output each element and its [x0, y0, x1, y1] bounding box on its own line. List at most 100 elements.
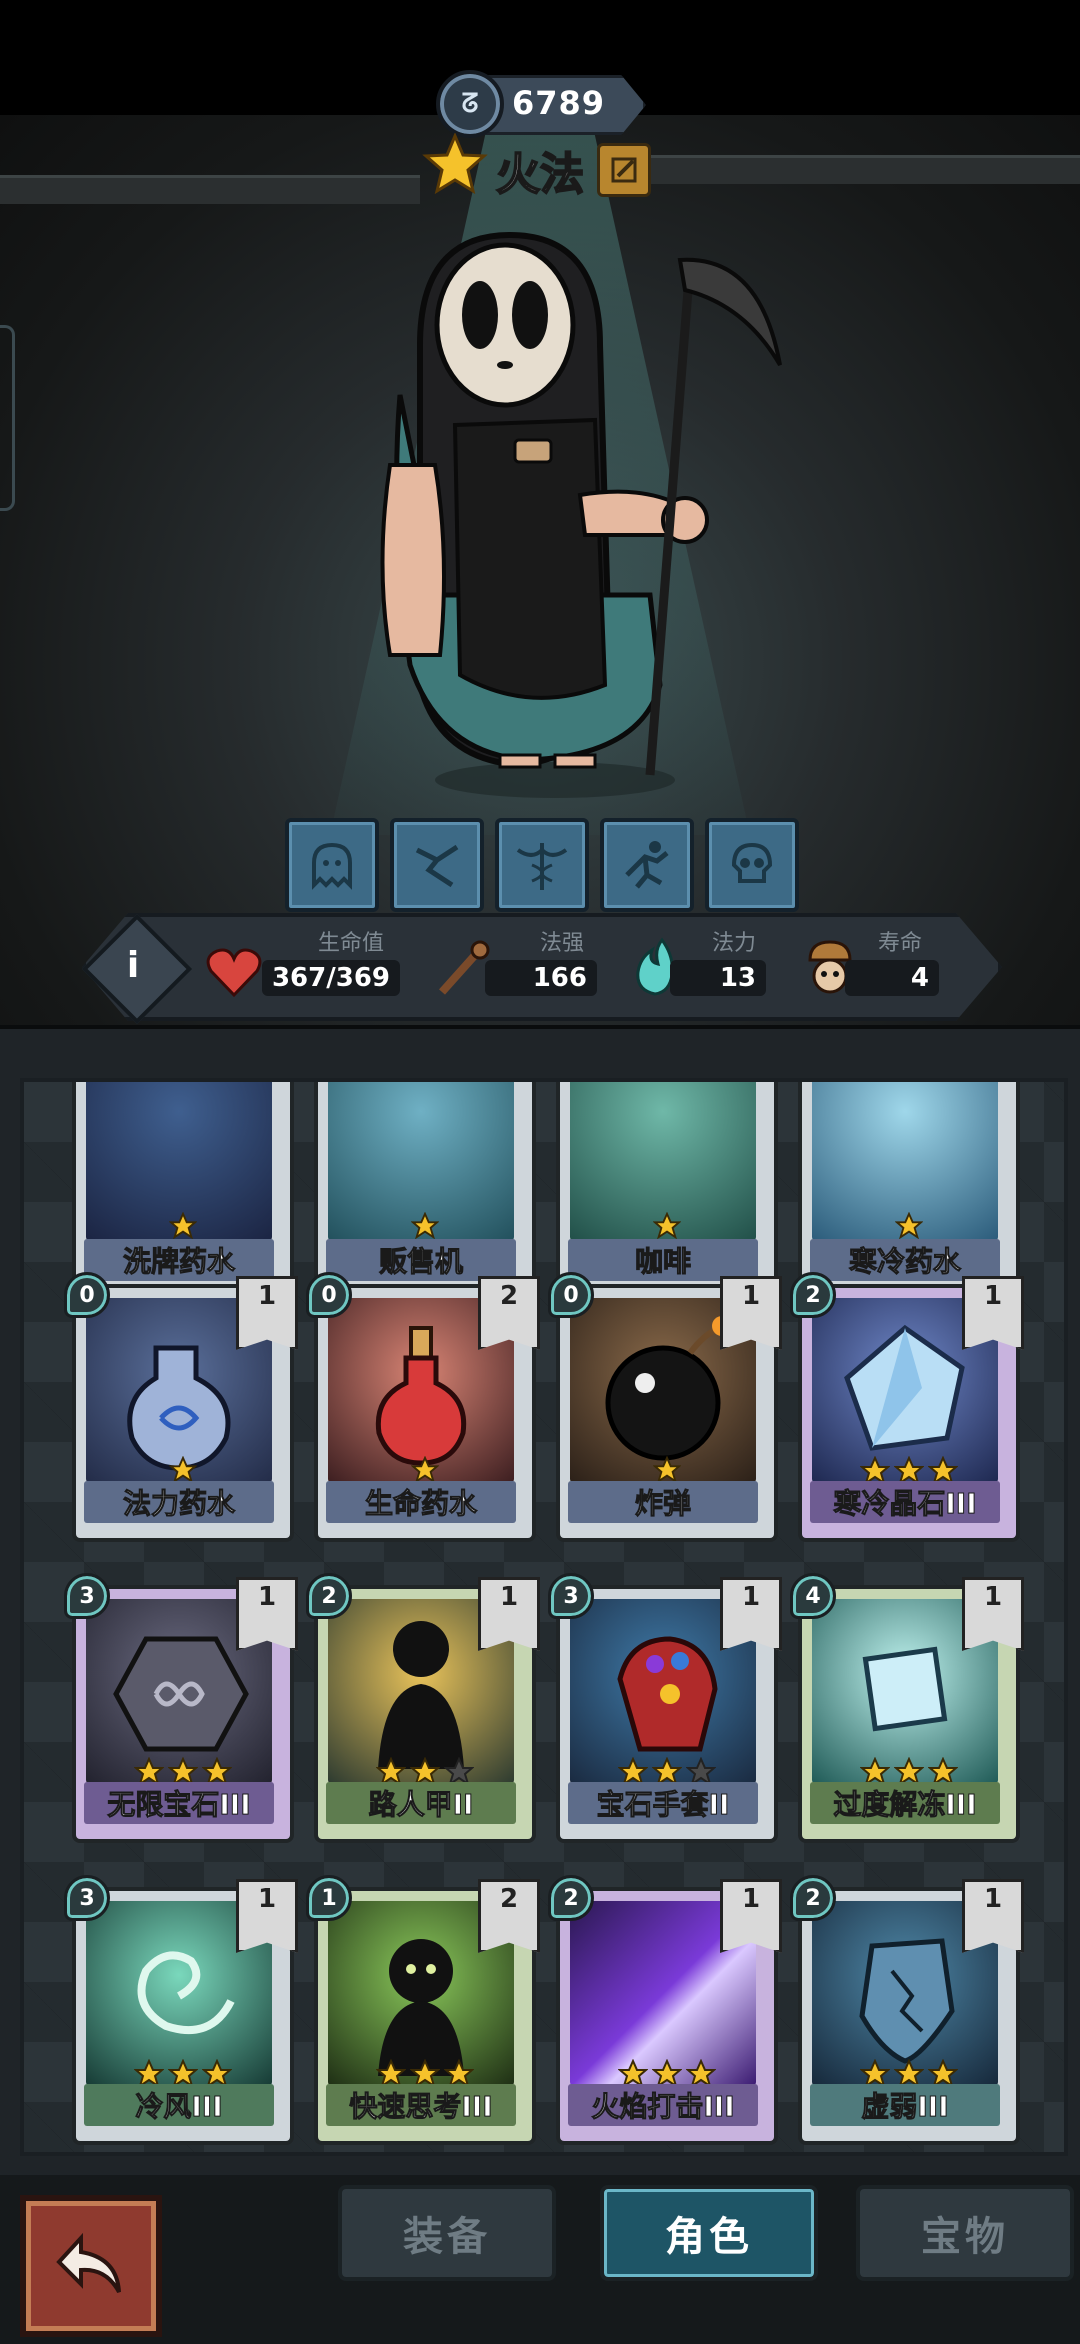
- card-label-bar: 寒冷药水: [810, 1239, 1000, 1281]
- character-name: 火法: [495, 148, 585, 201]
- card-label-bar: 咖啡: [568, 1239, 758, 1281]
- level-badge: 1: [962, 1276, 1024, 1350]
- card-label-bar: 宝石手套II: [568, 1782, 758, 1824]
- hp-label: 生命值: [318, 931, 385, 956]
- star-icon: [653, 1212, 681, 1240]
- card-health-potion[interactable]: 生命药水 0 2: [306, 1272, 540, 1542]
- card-label-bar: 生命药水: [326, 1481, 516, 1523]
- pipe-left: [0, 175, 420, 204]
- mana-cost-badge: 2: [790, 1875, 836, 1921]
- card-stars: [76, 1212, 290, 1240]
- skill-skull[interactable]: [705, 818, 799, 912]
- tab-character[interactable]: 角色: [600, 2185, 818, 2281]
- level-badge: 1: [720, 1276, 782, 1350]
- card-cold-potion[interactable]: 寒冷药水: [798, 1082, 1020, 1300]
- mana-cost-badge: 3: [548, 1573, 594, 1619]
- card-label-bar: 炸弹: [568, 1481, 758, 1523]
- caduceus-skill-icon: [516, 843, 568, 890]
- card-label-bar: 冷风III: [84, 2084, 274, 2126]
- card-cold-crystal[interactable]: 寒冷晶石III 2 1: [790, 1272, 1024, 1542]
- card-name: 无限宝石III: [107, 1788, 251, 1822]
- ghost-skill-icon: [312, 842, 352, 890]
- pencil-icon: [611, 157, 637, 183]
- skill-caduceus[interactable]: [495, 818, 589, 912]
- card-name: 法力药水: [122, 1487, 235, 1521]
- level-badge: 1: [478, 1577, 540, 1651]
- card-name: 寒冷药水: [848, 1245, 961, 1279]
- star-icon: [411, 1212, 439, 1240]
- level-badge: 1: [720, 1577, 782, 1651]
- mana-cost-badge: 3: [64, 1875, 110, 1921]
- card-overthaw[interactable]: 过度解冻III 4 1: [790, 1573, 1024, 1843]
- level-badge: 1: [720, 1879, 782, 1953]
- card-shuffle-potion[interactable]: 洗牌药水: [72, 1082, 294, 1300]
- mana-label: 法力: [712, 931, 757, 956]
- back-arrow-icon: [56, 2232, 121, 2293]
- currency-value: 6789: [512, 84, 606, 122]
- card-quick-thinking[interactable]: 快速思考III 1 2: [306, 1875, 540, 2145]
- card-mana-potion[interactable]: 法力药水 0 1: [64, 1272, 298, 1542]
- card-name: 冷风III: [135, 2090, 223, 2124]
- card-passerby[interactable]: 路人甲II 2 1: [306, 1573, 540, 1843]
- side-tab[interactable]: [0, 325, 15, 511]
- skull-skill-icon: [731, 842, 773, 883]
- info-icon: i: [126, 944, 140, 986]
- card-name: 火焰打击III: [591, 2090, 735, 2124]
- tab-equipment[interactable]: 装备: [338, 2185, 556, 2281]
- power-value: 166: [485, 960, 597, 996]
- level-badge: 2: [478, 1879, 540, 1953]
- card-label-bar: 无限宝石III: [84, 1782, 274, 1824]
- level-badge: 1: [962, 1879, 1024, 1953]
- card-name: 咖啡: [634, 1245, 691, 1279]
- leap-skill-icon: [625, 841, 669, 889]
- star-icon: [422, 133, 488, 195]
- life-label: 寿命: [878, 931, 923, 956]
- card-bomb[interactable]: 炸弹 0 1: [548, 1272, 782, 1542]
- level-badge: 1: [962, 1577, 1024, 1651]
- card-weakness[interactable]: 虚弱III 2 1: [790, 1875, 1024, 2145]
- crack-skill-icon: [415, 844, 459, 888]
- card-label-bar: 火焰打击III: [568, 2084, 758, 2126]
- card-name: 洗牌药水: [122, 1245, 235, 1279]
- skill-leap[interactable]: [600, 818, 694, 912]
- level-badge: 1: [236, 1879, 298, 1953]
- card-stars: [560, 1212, 774, 1240]
- back-button[interactable]: [20, 2195, 162, 2337]
- mana-cost-badge: 2: [790, 1272, 836, 1318]
- heart-icon: [206, 948, 262, 998]
- card-vending-machine[interactable]: 贩售机: [314, 1082, 536, 1300]
- card-name: 快速思考III: [349, 2090, 493, 2124]
- skill-ghost[interactable]: [285, 818, 379, 912]
- power-label: 法强: [540, 931, 585, 956]
- tab-treasure[interactable]: 宝物: [856, 2185, 1074, 2281]
- card-name: 生命药水: [364, 1487, 477, 1521]
- card-label-bar: 贩售机: [326, 1239, 516, 1281]
- card-stars: [560, 1456, 774, 1484]
- level-badge: 1: [236, 1276, 298, 1350]
- card-cold-wind[interactable]: 冷风III 3 1: [64, 1875, 298, 2145]
- card-infinity-gem[interactable]: 无限宝石III 3 1: [64, 1573, 298, 1843]
- mana-value: 13: [670, 960, 766, 996]
- card-stars: [318, 1456, 532, 1484]
- mana-cost-badge: 2: [306, 1573, 352, 1619]
- level-badge: 1: [236, 1577, 298, 1651]
- staff-icon: [439, 940, 490, 995]
- card-label-bar: 法力药水: [84, 1481, 274, 1523]
- pipe-right: [640, 155, 1080, 184]
- card-coffee[interactable]: 咖啡: [556, 1082, 778, 1300]
- card-name: 过度解冻III: [833, 1788, 977, 1822]
- mana-cost-badge: 2: [548, 1875, 594, 1921]
- star-icon: [895, 1212, 923, 1240]
- edit-name-button[interactable]: [597, 143, 651, 197]
- level-badge: 2: [478, 1276, 540, 1350]
- skill-crack[interactable]: [390, 818, 484, 912]
- card-name: 路人甲II: [368, 1788, 474, 1822]
- currency-icon: ᘔ: [436, 70, 504, 138]
- card-label-bar: 路人甲II: [326, 1782, 516, 1824]
- card-label-bar: 过度解冻III: [810, 1782, 1000, 1824]
- card-name: 寒冷晶石III: [833, 1487, 977, 1521]
- card-flame-strike[interactable]: 火焰打击III 2 1: [548, 1875, 782, 2145]
- card-gem-gauntlet[interactable]: 宝石手套II 3 1: [548, 1573, 782, 1843]
- card-name: 虚弱III: [861, 2090, 949, 2124]
- character-figure: [380, 231, 782, 798]
